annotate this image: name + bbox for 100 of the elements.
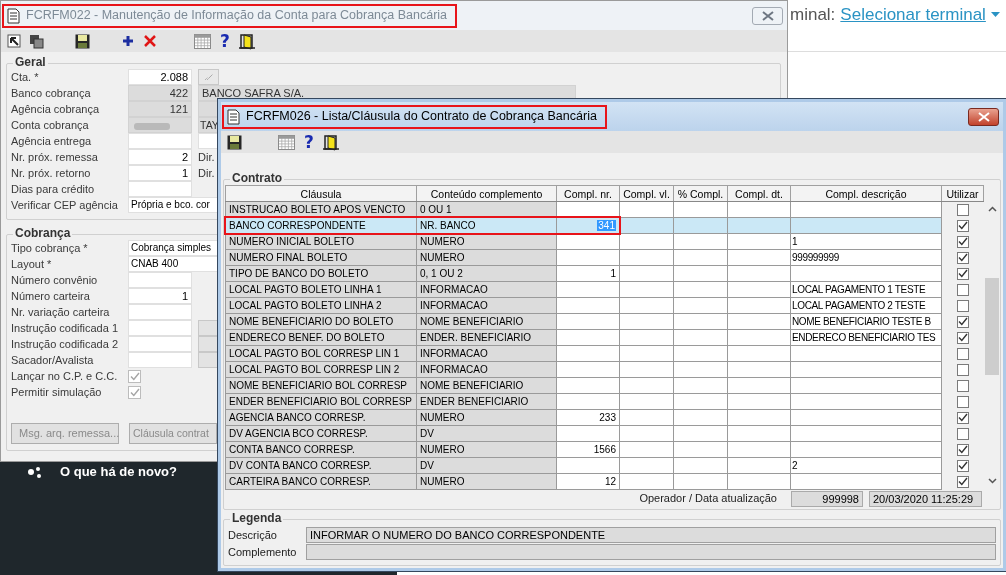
- input-field[interactable]: [128, 117, 192, 133]
- dots-icon: [27, 465, 43, 480]
- checkbox[interactable]: [956, 347, 969, 360]
- column-header[interactable]: Compl. vl.: [619, 185, 674, 202]
- save-icon[interactable]: [226, 134, 242, 150]
- grid-icon[interactable]: [278, 134, 295, 150]
- input-field[interactable]: [198, 133, 219, 149]
- dropdown-field[interactable]: CNAB 400: [128, 256, 218, 272]
- save-icon[interactable]: [74, 33, 90, 49]
- group-title: Legenda: [230, 511, 284, 526]
- squares-icon[interactable]: [28, 33, 44, 49]
- checkbox[interactable]: [956, 475, 969, 488]
- checkbox[interactable]: [956, 283, 969, 296]
- column-header[interactable]: Cláusula: [225, 185, 417, 202]
- input-field[interactable]: 422: [128, 85, 192, 101]
- dropdown-field[interactable]: Cobrança simples: [128, 240, 218, 256]
- field-label: Número convênio: [11, 273, 99, 288]
- close-icon: [976, 111, 991, 122]
- field-label: Cta. *: [11, 70, 40, 85]
- document-icon: [7, 7, 20, 24]
- table-cell: 999999999: [790, 249, 942, 266]
- dropdown-field[interactable]: Própria e bco. cor: [128, 197, 218, 213]
- checkbox[interactable]: [956, 459, 969, 472]
- input-field[interactable]: [128, 336, 192, 352]
- column-header[interactable]: Conteúdo complemento: [416, 185, 557, 202]
- dots-icon: [203, 73, 214, 81]
- table-cell: NOME BENEFICIARIO TESTE B: [790, 313, 942, 330]
- checkmark-icon: [957, 253, 968, 263]
- close-button[interactable]: [968, 107, 999, 126]
- plus-icon[interactable]: [122, 35, 134, 47]
- input-field[interactable]: [198, 101, 219, 117]
- grid-icon[interactable]: [194, 33, 211, 49]
- news-link[interactable]: O que há de novo?: [60, 464, 177, 480]
- table-cell: 233: [556, 409, 620, 426]
- field-label: Conta cobrança: [11, 118, 90, 133]
- table-cell: 1: [790, 233, 942, 250]
- close-button[interactable]: [752, 6, 783, 25]
- exit-door-icon[interactable]: [323, 133, 339, 151]
- checkbox[interactable]: [956, 251, 969, 264]
- pick-button[interactable]: [198, 352, 219, 368]
- checkbox[interactable]: [956, 331, 969, 344]
- checkbox[interactable]: [956, 315, 969, 328]
- help-button[interactable]: ?: [217, 32, 233, 50]
- checkbox[interactable]: [956, 299, 969, 312]
- input-field[interactable]: 1: [128, 165, 192, 181]
- delete-icon[interactable]: [144, 35, 156, 47]
- blurred-value: [132, 120, 172, 132]
- checkbox[interactable]: [956, 427, 969, 440]
- checkbox[interactable]: [956, 363, 969, 376]
- checkbox[interactable]: [956, 411, 969, 424]
- checkbox[interactable]: [956, 443, 969, 456]
- input-field[interactable]: 2.088: [128, 69, 192, 85]
- help-button[interactable]: ?: [301, 133, 317, 151]
- column-header[interactable]: % Compl.: [673, 185, 728, 202]
- checkmark-icon: [957, 221, 968, 231]
- input-field[interactable]: [128, 272, 192, 288]
- group-title: Cobrança: [13, 226, 73, 241]
- field-label: Nr. próx. retorno: [11, 166, 92, 181]
- terminal-link-text[interactable]: Selecionar terminal: [840, 5, 986, 26]
- pick-button[interactable]: [198, 320, 219, 336]
- input-field[interactable]: 121: [128, 101, 192, 117]
- input-field[interactable]: 2: [128, 149, 192, 165]
- exit-door-icon[interactable]: [239, 32, 255, 50]
- table-cell: 12: [556, 473, 620, 490]
- pick-button[interactable]: [198, 336, 219, 352]
- input-field[interactable]: [128, 320, 192, 336]
- column-header[interactable]: Utilizar: [941, 185, 984, 202]
- checkbox[interactable]: [956, 395, 969, 408]
- field-label: Agência cobrança: [11, 102, 101, 117]
- input-field[interactable]: TAY: [198, 117, 219, 133]
- column-header[interactable]: Compl. descrição: [790, 185, 942, 202]
- caret-icon: [990, 12, 1000, 19]
- field-label: Verificar CEP agência: [11, 198, 119, 213]
- checkmark-icon: [957, 477, 968, 487]
- input-field[interactable]: [128, 304, 192, 320]
- checkmark-icon: [957, 413, 968, 423]
- input-field[interactable]: [128, 181, 192, 197]
- checkbox[interactable]: [956, 219, 969, 232]
- checkbox[interactable]: [956, 379, 969, 392]
- terminal-label: minal:: [790, 5, 836, 26]
- checkbox[interactable]: [956, 235, 969, 248]
- checkmark-icon: [957, 445, 968, 455]
- checkbox[interactable]: [956, 204, 969, 217]
- field-label: Descrição: [228, 528, 278, 543]
- field-label: Nr. variação carteira: [11, 305, 111, 320]
- scroll-thumb[interactable]: [985, 278, 999, 375]
- column-header[interactable]: Compl. nr.: [556, 185, 620, 202]
- input-field: 999998: [791, 491, 863, 507]
- column-header[interactable]: Compl. dt.: [727, 185, 791, 202]
- cursor-icon[interactable]: [7, 34, 21, 48]
- checkmark-icon: [957, 317, 968, 327]
- checkmark-icon: [129, 387, 140, 397]
- input-field[interactable]: [128, 133, 192, 149]
- checkbox[interactable]: [956, 267, 969, 280]
- field-label: Operador / Data atualização: [639, 492, 777, 506]
- table-cell: ENDERECO BENEFICIARIO TES: [790, 329, 942, 346]
- input-field[interactable]: 1: [128, 288, 192, 304]
- input-field[interactable]: [128, 352, 192, 368]
- field-label: Complemento: [228, 545, 298, 560]
- close-icon: [760, 10, 775, 21]
